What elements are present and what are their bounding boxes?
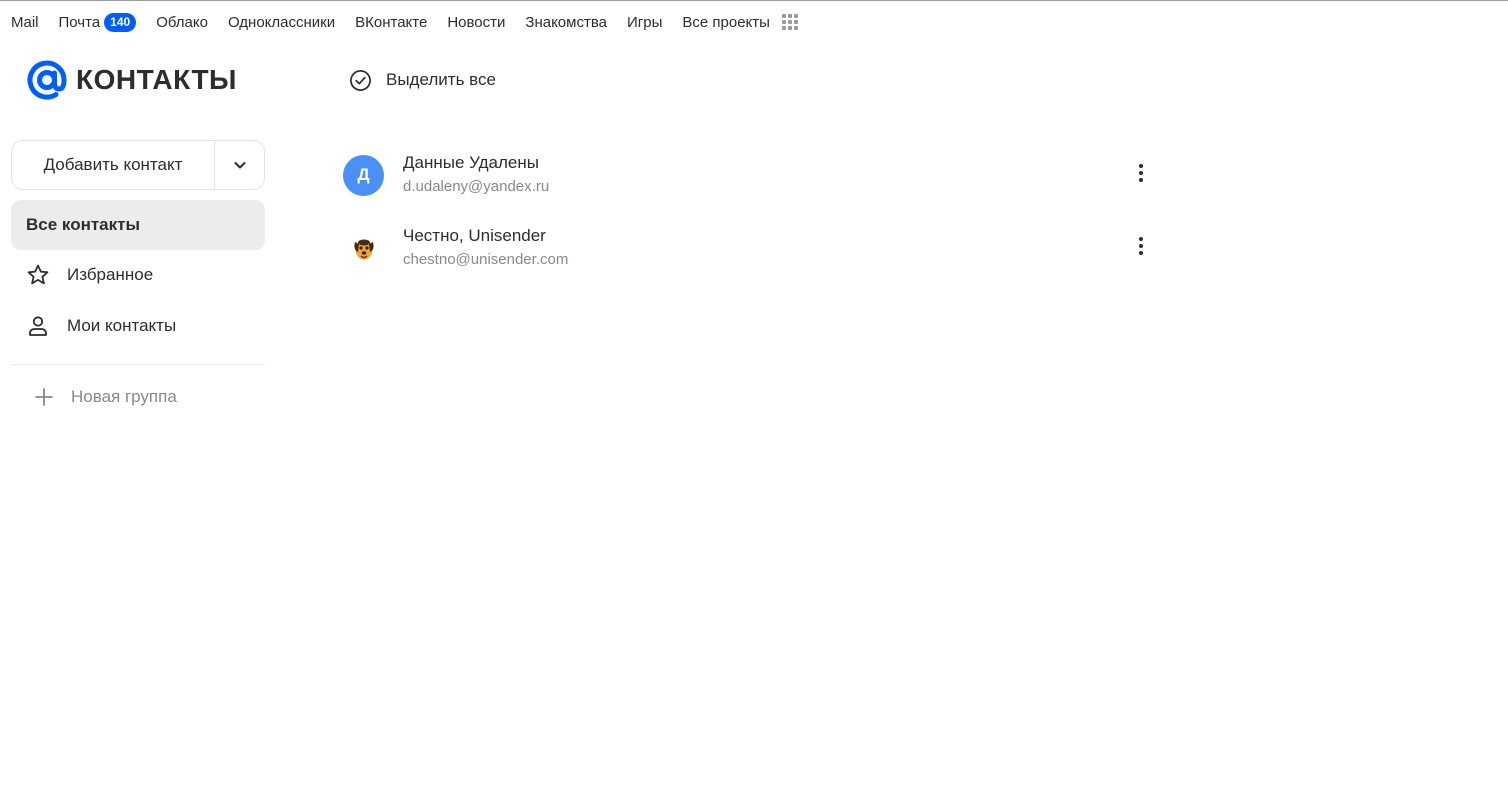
person-icon (25, 313, 51, 339)
sidebar-item-all-contacts[interactable]: Все контакты (11, 200, 265, 250)
contact-email: d.udaleny@yandex.ru (403, 178, 550, 195)
contact-info: Данные Удалены d.udaleny@yandex.ru (403, 152, 549, 198)
more-options-icon[interactable] (1129, 234, 1153, 258)
check-circle-icon (349, 69, 372, 92)
contact-info: Честно, Unisender chestno@unisender.com (403, 225, 568, 271)
more-options-icon[interactable] (1129, 161, 1153, 185)
contact-email: chestno@unisender.com (403, 251, 569, 268)
avatar: Д (343, 154, 384, 196)
portal-link-znakomstva[interactable]: Знакомства (525, 14, 607, 31)
unread-count-badge: 140 (104, 12, 137, 32)
portal-link-all-projects[interactable]: Все проекты (682, 14, 770, 31)
portal-link-novosti[interactable]: Новости (447, 14, 505, 31)
star-icon (25, 262, 51, 288)
contact-name: Честно, Unisender (403, 226, 546, 245)
portal-menu: Mail Почта 140 Облако Одноклассники ВКон… (0, 1, 1508, 43)
logo-text: КОНТАКТЫ (76, 64, 237, 95)
portal-link-vkontakte[interactable]: ВКонтакте (355, 14, 427, 31)
portal-link-pochta[interactable]: Почта 140 (59, 12, 137, 32)
portal-link-igry[interactable]: Игры (627, 14, 662, 31)
sidebar-item-my-contacts[interactable]: Мои контакты (11, 301, 265, 351)
sidebar-item-favorites[interactable]: Избранное (11, 250, 265, 300)
add-contact-dropdown-button[interactable] (214, 141, 264, 189)
contact-name: Данные Удалены (403, 153, 539, 172)
contacts-logo[interactable]: КОНТАКТЫ (26, 59, 237, 101)
at-sign-icon (27, 60, 67, 100)
sidebar-divider (11, 364, 265, 365)
portal-link-mail[interactable]: Mail (11, 14, 39, 31)
add-contact-button[interactable]: Добавить контакт (12, 141, 214, 189)
contact-row[interactable]: Честно, Unisender chestno@unisender.com (343, 220, 1163, 276)
add-contact-split-button: Добавить контакт (11, 140, 265, 190)
new-group-button[interactable]: Новая группа (11, 372, 265, 422)
apps-grid-icon[interactable] (781, 14, 798, 30)
plus-icon (31, 384, 57, 410)
chevron-down-icon (234, 162, 245, 169)
portal-link-odnoklassniki[interactable]: Одноклассники (228, 14, 335, 31)
select-all-button[interactable]: Выделить все (349, 67, 496, 93)
contact-row[interactable]: Д Данные Удалены d.udaleny@yandex.ru (343, 147, 1163, 203)
portal-link-oblako[interactable]: Облако (156, 14, 208, 31)
dog-avatar-icon (343, 228, 384, 269)
